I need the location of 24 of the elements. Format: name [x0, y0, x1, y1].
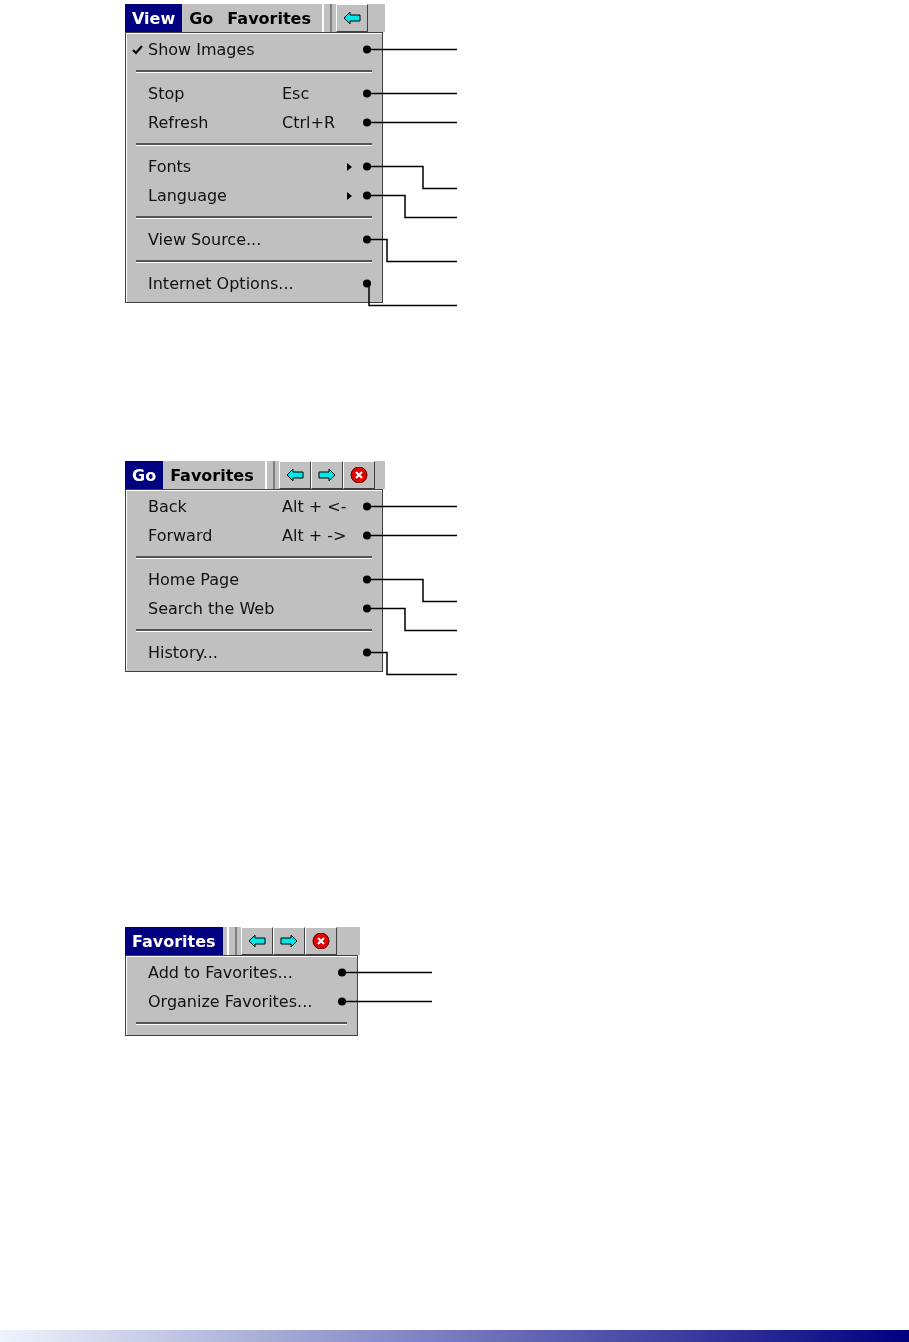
menu-item[interactable]: Forward Alt + -> — [126, 521, 382, 550]
menu-title[interactable]: Go — [182, 4, 221, 32]
menu-item[interactable]: Stop Esc — [126, 79, 382, 108]
menu-item[interactable]: Add to Favorites... — [126, 958, 357, 987]
menu-title[interactable]: Favorites — [125, 927, 223, 955]
menu-item[interactable]: Organize Favorites... — [126, 987, 357, 1016]
shortcut-text: Alt + -> — [282, 526, 348, 545]
menu-title[interactable]: Go — [125, 461, 164, 489]
menu-item[interactable]: Home Page — [126, 565, 382, 594]
shortcut-text: Alt + <- — [282, 497, 348, 516]
shortcut-text: Ctrl+R — [282, 113, 336, 132]
menu-item[interactable]: View Source... — [126, 225, 382, 254]
menu-item[interactable]: Internet Options... — [126, 269, 382, 298]
menu-item[interactable]: Fonts — [126, 152, 382, 181]
menu-item[interactable]: Back Alt + <- — [126, 492, 382, 521]
menu-item[interactable]: Refresh Ctrl+R — [126, 108, 382, 137]
menu-title[interactable]: Favorites — [220, 4, 318, 32]
shortcut-text: Esc — [282, 84, 311, 103]
menu-item[interactable]: History... — [126, 638, 382, 667]
menu-item[interactable]: Search the Web — [126, 594, 382, 623]
menu-item[interactable]: Language — [126, 181, 382, 210]
menu-item[interactable]: Show Images — [126, 35, 382, 64]
menu-title[interactable]: View — [125, 4, 183, 32]
menu-title[interactable]: Favorites — [163, 461, 261, 489]
